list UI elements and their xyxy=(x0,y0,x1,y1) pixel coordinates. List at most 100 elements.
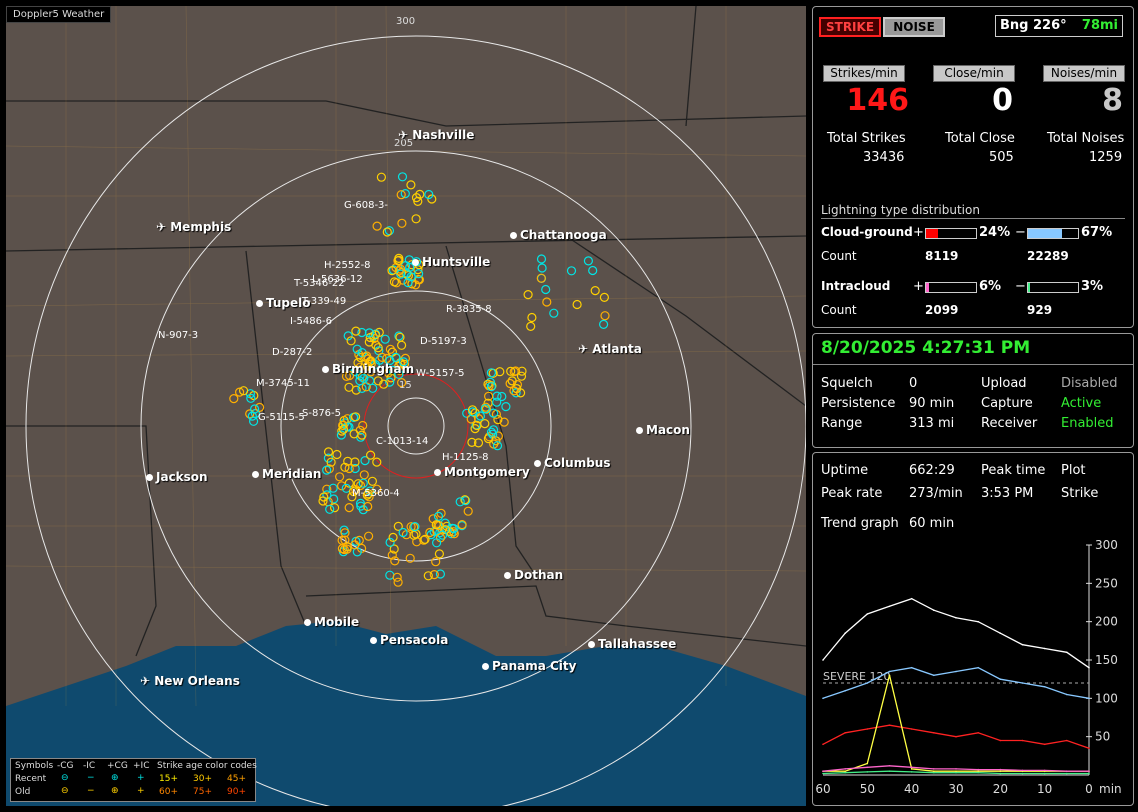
trend-point xyxy=(866,762,869,765)
city-label: Birmingham xyxy=(332,362,415,376)
strike-marker xyxy=(523,290,533,300)
lightning-map[interactable]: Doppler5 Weather 300 205 15 ✈ Nashville ✈… xyxy=(6,6,806,806)
range-label: Range xyxy=(821,416,863,431)
trend-series-0 xyxy=(822,597,1090,669)
trend-point xyxy=(977,768,979,771)
ic-count-label: Count xyxy=(821,303,857,317)
strike-marker xyxy=(229,394,239,404)
city-birmingham: Birmingham xyxy=(322,362,414,376)
legend-old-pos-cg-icon: ⊕ xyxy=(111,786,119,796)
trend-point xyxy=(977,771,979,774)
strike-button[interactable]: STRIKE xyxy=(819,17,881,37)
strike-marker xyxy=(541,284,551,295)
ic-positive-bar xyxy=(925,282,977,293)
bearing-box: Bng 226° 78mi xyxy=(995,15,1123,37)
city-label: Nashville xyxy=(412,128,475,142)
peak-time-value: 3:53 PM xyxy=(981,486,1034,501)
trend-point xyxy=(866,728,869,730)
legend-col-pos-cg: +CG xyxy=(107,761,128,771)
strike-marker xyxy=(382,227,392,237)
y-tick-label: 300 xyxy=(1095,539,1118,552)
total-noises-value: 1259 xyxy=(1089,150,1123,165)
strike-marker xyxy=(527,312,537,323)
y-tick-label: 200 xyxy=(1095,615,1118,629)
cg-positive-percent: 24% xyxy=(979,225,1011,240)
strike-marker xyxy=(335,472,345,482)
city-jackson: Jackson xyxy=(146,470,208,484)
noise-button[interactable]: NOISE xyxy=(883,17,945,37)
close-per-min-label[interactable]: Close/min xyxy=(933,65,1015,82)
storm-cell-label: M-3745-11 xyxy=(256,378,311,389)
city-label: Tallahassee xyxy=(598,637,677,651)
trend-point xyxy=(866,613,869,615)
city-dot-icon xyxy=(256,300,263,307)
squelch-label: Squelch xyxy=(821,376,873,391)
trend-point xyxy=(822,743,824,746)
x-tick-label: 40 xyxy=(904,782,919,796)
strike-marker xyxy=(411,529,421,539)
legend-recent-neg-ic-icon: − xyxy=(87,773,95,783)
strike-marker xyxy=(492,397,502,407)
city-meridian: Meridian xyxy=(252,467,321,481)
strikes-per-min-value: 146 xyxy=(846,83,909,118)
city-label: Columbus xyxy=(544,456,611,470)
airport-icon: ✈ xyxy=(140,674,155,688)
distance-value: 78mi xyxy=(1081,18,1118,33)
trend-point xyxy=(1021,772,1024,775)
trend-point xyxy=(977,770,979,772)
legend-age-30: 30+ xyxy=(193,774,212,784)
trend-point xyxy=(955,670,957,673)
ic-minus-sign: − xyxy=(1015,279,1026,294)
trend-point xyxy=(999,739,1002,742)
trend-point xyxy=(888,765,891,767)
legend-old-label: Old xyxy=(15,787,31,797)
distribution-divider xyxy=(821,218,1125,219)
trend-point xyxy=(955,735,957,738)
trend-point xyxy=(888,770,891,772)
x-tick-label: 50 xyxy=(860,782,875,796)
ic-pos-bar-fill xyxy=(926,283,929,292)
strike-marker xyxy=(349,429,359,439)
persistence-value: 90 min xyxy=(909,396,955,411)
strike-marker xyxy=(332,449,342,460)
strikes-per-min-label[interactable]: Strikes/min xyxy=(823,65,905,82)
city-chattanooga: Chattanooga xyxy=(510,228,607,242)
noises-per-min-label[interactable]: Noises/min xyxy=(1043,65,1125,82)
ic-plus-sign: + xyxy=(913,279,924,294)
storm-cell-label: H-1125-8 xyxy=(442,452,489,463)
plot-label: Plot xyxy=(1061,463,1086,478)
trend-point xyxy=(888,674,891,677)
legend-col-neg-ic: -IC xyxy=(83,761,96,771)
trend-point xyxy=(999,632,1002,634)
trend-point xyxy=(955,768,957,770)
legend-col-pos-ic: +IC xyxy=(133,761,150,771)
strike-marker xyxy=(255,402,265,412)
city-columbus: Columbus xyxy=(534,456,611,470)
ic-positive-count: 2099 xyxy=(925,303,959,317)
strike-marker xyxy=(359,470,369,480)
trend-point xyxy=(955,770,957,772)
city-label: Panama City xyxy=(492,659,577,673)
storm-cell-label: D-5197-3 xyxy=(420,336,467,347)
persistence-label: Persistence xyxy=(821,396,896,411)
trend-point xyxy=(1021,739,1024,742)
ic-negative-percent: 3% xyxy=(1081,279,1104,294)
trend-point xyxy=(1043,647,1046,650)
city-label: Pensacola xyxy=(380,633,449,647)
city-label: Dothan xyxy=(514,568,564,582)
legend-recent-pos-cg-icon: ⊕ xyxy=(111,773,119,783)
legend-age-45: 45+ xyxy=(227,774,246,784)
strike-marker xyxy=(376,172,386,182)
city-label: New Orleans xyxy=(154,674,240,688)
rates-panel: STRIKE NOISE Bng 226° 78mi Strikes/min C… xyxy=(812,6,1134,328)
legend-age-90: 90+ xyxy=(227,787,246,797)
cg-negative-percent: 67% xyxy=(1081,225,1113,240)
trend-point xyxy=(866,682,869,684)
trend-point xyxy=(1043,743,1046,746)
trend-point xyxy=(910,766,913,769)
trend-point xyxy=(888,670,891,673)
strike-marker xyxy=(372,457,382,467)
strike-marker xyxy=(406,180,416,190)
strike-marker xyxy=(367,476,377,486)
airport-icon: ✈ xyxy=(398,128,413,142)
